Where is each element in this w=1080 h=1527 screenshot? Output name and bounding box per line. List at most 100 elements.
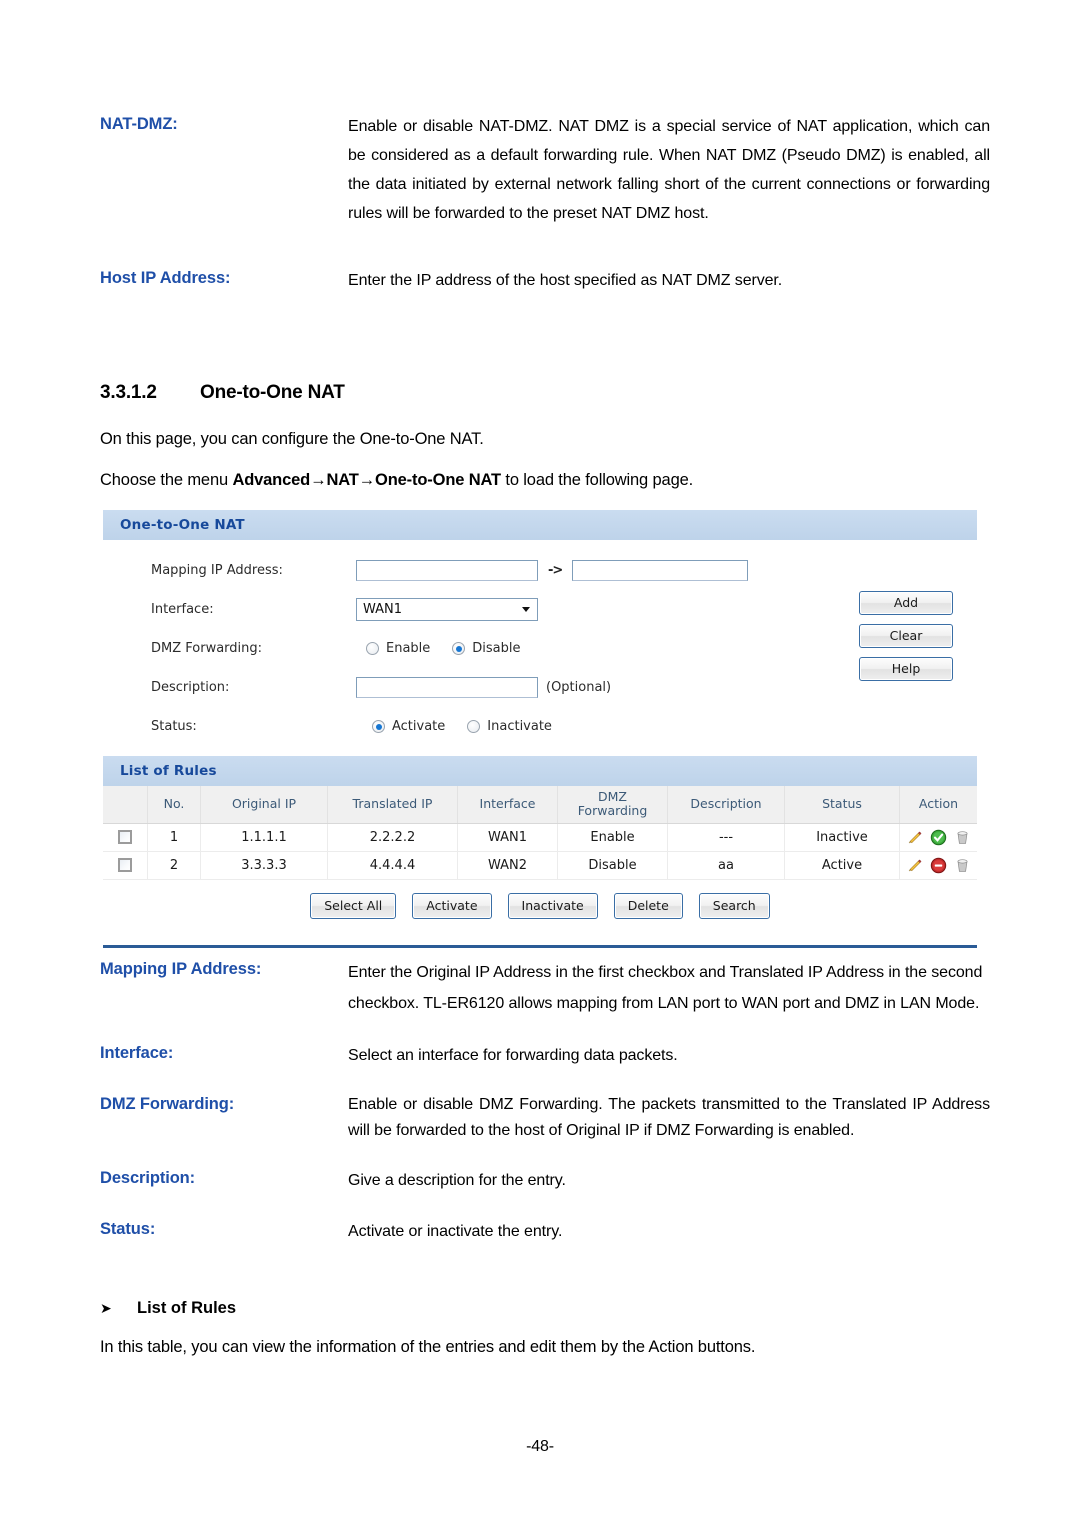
definition-row: DMZ Forwarding: Enable or disable DMZ Fo…: [100, 1092, 990, 1143]
definition-body: Enable or disable NAT-DMZ. NAT DMZ is a …: [348, 118, 990, 223]
definition-row: Interface: Select an interface for forwa…: [100, 1041, 990, 1070]
definition-body: Enter the IP address of the host specifi…: [348, 272, 783, 290]
definition-body: Activate or inactivate the entry.: [348, 1222, 563, 1240]
bullet-body: In this table, you can view the informat…: [100, 1338, 756, 1356]
definition-term: Status:: [100, 1219, 156, 1238]
delete-trash-icon[interactable]: [954, 829, 971, 846]
definition-term: Mapping IP Address:: [100, 960, 262, 978]
column-description: Description: [667, 786, 785, 824]
row-actions: [899, 823, 977, 852]
interface-row: Interface: WAN1: [103, 590, 977, 629]
page-title: One-to-One NAT: [200, 382, 345, 403]
mapping-ip-translated-input[interactable]: [572, 560, 749, 581]
column-dmz-line1: DMZ: [598, 789, 627, 804]
intro-suffix: to load the following page.: [500, 471, 694, 489]
column-dmz-line2: Forwarding: [577, 803, 648, 819]
rules-table: No. Original IP Translated IP Interface …: [103, 786, 977, 880]
status-row: Status: Activate Inactivate: [103, 707, 977, 746]
row-checkbox[interactable]: [118, 858, 132, 873]
dmz-disable-label: Disable: [472, 641, 521, 656]
bullet-title: List of Rules: [137, 1299, 237, 1317]
router-config-panel: One-to-One NAT Mapping IP Address: -> In…: [103, 510, 977, 948]
intro-prefix: Choose the menu: [100, 471, 233, 489]
column-interface: Interface: [457, 786, 558, 824]
mapping-arrow-label: ->: [548, 563, 563, 578]
row-status: Active: [784, 851, 900, 880]
definition-body: Enable or disable DMZ Forwarding. The pa…: [348, 1096, 990, 1140]
definition-row: Mapping IP Address: Enter the Original I…: [100, 957, 990, 1019]
column-translated-ip: Translated IP: [327, 786, 458, 824]
edit-pencil-icon[interactable]: [906, 829, 923, 846]
inactivate-minus-icon[interactable]: [930, 857, 947, 874]
mapping-ip-label: Mapping IP Address:: [151, 563, 283, 578]
mapping-ip-row: Mapping IP Address: ->: [103, 551, 977, 590]
row-original-ip: 3.3.3.3: [200, 851, 328, 880]
activate-check-icon[interactable]: [930, 829, 947, 846]
status-inactivate-label: Inactivate: [487, 719, 552, 734]
search-button[interactable]: Search: [698, 892, 770, 919]
edit-pencil-icon[interactable]: [906, 857, 923, 874]
intro-line-1: On this page, you can configure the One-…: [100, 430, 484, 448]
definition-term: NAT-DMZ:: [100, 115, 178, 133]
section-number: 3.3.1.2: [100, 382, 157, 403]
row-interface: WAN2: [457, 851, 558, 880]
activate-button[interactable]: Activate: [412, 892, 492, 919]
dmz-disable-radio[interactable]: [452, 642, 466, 655]
dmz-forwarding-row: DMZ Forwarding: Enable Disable: [103, 629, 977, 668]
row-description: ---: [667, 823, 785, 852]
nat-dmz-definitions: NAT-DMZ: Enable or disable NAT-DMZ. NAT …: [100, 112, 990, 318]
config-form: Mapping IP Address: -> Interface: WAN1 D…: [103, 540, 977, 756]
dmz-enable-radio[interactable]: [366, 642, 379, 655]
row-status: Inactive: [784, 823, 900, 852]
description-input[interactable]: [356, 677, 538, 698]
interface-selected-value: WAN1: [363, 602, 403, 617]
definition-term: DMZ Forwarding:: [100, 1095, 235, 1114]
field-descriptions: Mapping IP Address: Enter the Original I…: [100, 957, 990, 1268]
menu-path: Advanced→NAT→One-to-One NAT: [232, 471, 501, 489]
select-all-button[interactable]: Select All: [310, 892, 397, 919]
description-label: Description:: [151, 680, 230, 695]
delete-trash-icon[interactable]: [954, 857, 971, 874]
rules-panel-title: List of Rules: [103, 756, 977, 786]
help-button[interactable]: Help: [859, 657, 953, 681]
interface-label: Interface:: [151, 602, 214, 617]
mapping-ip-original-input[interactable]: [356, 560, 538, 581]
row-select-cell[interactable]: [103, 851, 148, 880]
bullet-arrow-icon: ➤: [100, 1300, 112, 1316]
definition-row: Status: Activate or inactivate the entry…: [100, 1217, 990, 1246]
row-dmz-forwarding: Disable: [557, 851, 668, 880]
column-select: [103, 786, 148, 824]
row-translated-ip: 2.2.2.2: [327, 823, 458, 852]
definition-body: Enter the Original IP Address in the fir…: [348, 964, 983, 1013]
definition-body: Select an interface for forwarding data …: [348, 1047, 678, 1065]
definition-term: Description:: [100, 1168, 196, 1187]
column-status: Status: [784, 786, 900, 824]
bullet-heading: ➤ List of Rules: [100, 1299, 236, 1318]
table-header-row: No. Original IP Translated IP Interface …: [103, 786, 977, 824]
table-row: 1 1.1.1.1 2.2.2.2 WAN1 Enable --- Inacti…: [103, 823, 977, 852]
add-button[interactable]: Add: [859, 591, 953, 615]
table-action-buttons: Select All Activate Inactivate Delete Se…: [103, 879, 977, 933]
description-row: Description: (Optional): [103, 668, 977, 707]
column-dmz-forwarding: DMZ Forwarding: [557, 786, 668, 824]
delete-button[interactable]: Delete: [613, 892, 683, 919]
row-no: 1: [147, 823, 201, 852]
page-footer: -48-: [526, 1438, 554, 1455]
section-heading: 3.3.1.2 One-to-One NAT: [100, 382, 345, 404]
row-checkbox[interactable]: [118, 830, 132, 845]
row-select-cell[interactable]: [103, 823, 148, 852]
status-activate-label: Activate: [392, 719, 446, 734]
panel-title: One-to-One NAT: [103, 510, 977, 540]
clear-button[interactable]: Clear: [859, 624, 953, 648]
definition-row: NAT-DMZ: Enable or disable NAT-DMZ. NAT …: [100, 112, 990, 228]
inactivate-button[interactable]: Inactivate: [507, 892, 598, 919]
row-actions: [899, 851, 977, 880]
definition-term: Interface:: [100, 1044, 174, 1063]
row-interface: WAN1: [457, 823, 558, 852]
interface-select[interactable]: WAN1: [356, 598, 538, 621]
status-activate-radio[interactable]: [372, 720, 385, 733]
document-page: NAT-DMZ: Enable or disable NAT-DMZ. NAT …: [0, 0, 1080, 1527]
intro-line-2: Choose the menu Advanced→NAT→One-to-One …: [100, 471, 693, 490]
dmz-enable-label: Enable: [386, 641, 431, 656]
status-inactivate-radio[interactable]: [467, 720, 481, 733]
